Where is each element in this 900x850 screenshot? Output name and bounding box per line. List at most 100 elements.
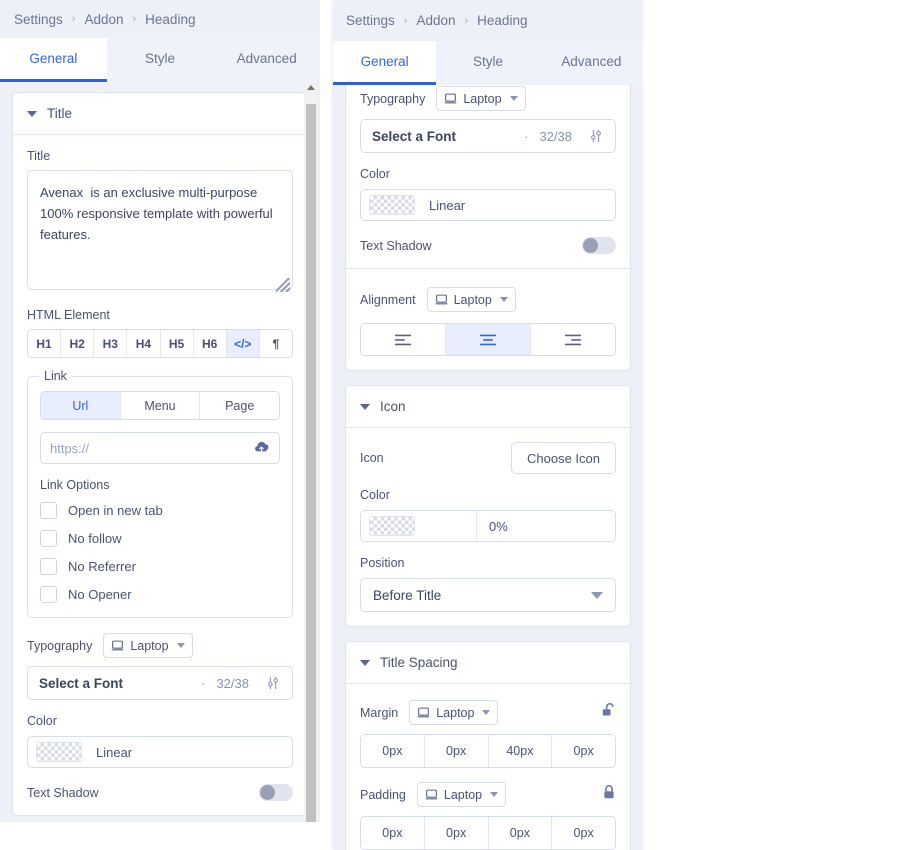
left-scroll-area: Title Title HTML Element H1 H2 (0, 82, 320, 822)
checkbox[interactable] (40, 502, 57, 519)
tab-general[interactable]: General (333, 41, 437, 85)
laptop-icon (111, 640, 124, 650)
typography-row: Typography Laptop (360, 86, 616, 111)
title-card-header[interactable]: Title (13, 93, 307, 135)
checkbox[interactable] (40, 558, 57, 575)
link-option-open-new-tab[interactable]: Open in new tab (40, 502, 280, 519)
margin-lock-toggle[interactable] (602, 702, 616, 723)
icon-color-opacity[interactable]: 0% (477, 519, 615, 534)
text-shadow-toggle[interactable] (259, 784, 293, 801)
html-element-h6[interactable]: H6 (193, 330, 227, 357)
link-url-input[interactable] (50, 440, 253, 456)
link-option-no-follow[interactable]: No follow (40, 530, 280, 547)
align-left-button[interactable] (361, 324, 446, 355)
text-shadow-label: Text Shadow (27, 785, 99, 800)
html-element-h4[interactable]: H4 (127, 330, 161, 357)
title-spacing-card: Title Spacing Margin Laptop 0px 0px 40px… (345, 641, 631, 850)
tab-style[interactable]: Style (107, 38, 214, 82)
tune-sliders-icon[interactable] (265, 675, 281, 691)
chevron-down-icon[interactable] (360, 403, 370, 410)
link-option-no-opener[interactable]: No Opener (40, 586, 280, 603)
checkbox[interactable] (40, 586, 57, 603)
color-swatch[interactable] (369, 516, 415, 536)
margin-device-dropdown[interactable]: Laptop (409, 700, 499, 725)
html-element-segmented: H1 H2 H3 H4 H5 H6 </> ¶ (27, 329, 293, 358)
typography-device-dropdown[interactable]: Laptop (103, 633, 193, 658)
choose-icon-button[interactable]: Choose Icon (511, 442, 616, 474)
tab-advanced[interactable]: Advanced (540, 41, 643, 85)
link-type-page[interactable]: Page (200, 392, 279, 419)
typography-device-label: Laptop (463, 91, 502, 106)
title-textarea-wrap (27, 170, 293, 295)
breadcrumb-item-settings[interactable]: Settings (14, 12, 63, 27)
html-element-h1[interactable]: H1 (28, 330, 62, 357)
text-shadow-toggle[interactable] (582, 237, 616, 254)
chevron-down-icon (591, 591, 603, 599)
breadcrumb-item-addon[interactable]: Addon (84, 12, 123, 27)
title-textarea[interactable] (27, 170, 293, 290)
breadcrumb-item-heading[interactable]: Heading (145, 12, 195, 27)
html-element-h2[interactable]: H2 (61, 330, 95, 357)
align-left-icon (394, 334, 412, 345)
breadcrumb-item-settings[interactable]: Settings (346, 13, 395, 28)
tab-advanced[interactable]: Advanced (213, 38, 320, 82)
alignment-device-dropdown[interactable]: Laptop (426, 287, 516, 312)
link-type-url[interactable]: Url (41, 392, 121, 419)
link-option-no-referrer[interactable]: No Referrer (40, 558, 280, 575)
padding-device-label: Laptop (443, 787, 483, 802)
color-label: Color (27, 714, 57, 728)
margin-left-input[interactable]: 0px (552, 735, 615, 767)
color-swatch[interactable] (36, 742, 82, 762)
checkbox[interactable] (40, 530, 57, 547)
tab-bar: General Style Advanced (0, 38, 320, 82)
color-swatch[interactable] (369, 195, 415, 215)
padding-top-input[interactable]: 0px (361, 817, 425, 849)
html-element-h5[interactable]: H5 (160, 330, 194, 357)
padding-device-dropdown[interactable]: Laptop (416, 782, 507, 807)
scroll-up-arrow-icon[interactable] (307, 85, 315, 90)
align-center-icon (479, 334, 497, 345)
align-right-button[interactable] (531, 324, 615, 355)
font-size-dot: · (524, 128, 529, 144)
margin-bottom-input[interactable]: 40px (488, 735, 553, 767)
html-element-h3[interactable]: H3 (94, 330, 128, 357)
tune-sliders-icon[interactable] (588, 128, 604, 144)
margin-row: Margin Laptop (360, 700, 616, 725)
title-spacing-header[interactable]: Title Spacing (346, 642, 630, 684)
icon-color-swatch-cell[interactable] (361, 511, 477, 541)
color-picker[interactable]: Linear (27, 736, 293, 768)
html-element-paragraph-icon[interactable]: ¶ (259, 330, 292, 357)
padding-bottom-input[interactable]: 0px (488, 817, 553, 849)
breadcrumb-item-addon[interactable]: Addon (416, 13, 455, 28)
typography-row: Typography Laptop (27, 633, 293, 658)
margin-right-input[interactable]: 0px (424, 735, 489, 767)
icon-color-label: Color (360, 488, 390, 502)
tab-style[interactable]: Style (436, 41, 539, 85)
icon-position-select[interactable]: Before Title (360, 578, 616, 612)
font-size-dot: · (201, 675, 206, 691)
left-scrollbar[interactable] (304, 82, 318, 822)
padding-lock-toggle[interactable] (602, 784, 616, 805)
laptop-icon (435, 294, 448, 304)
tab-general[interactable]: General (0, 38, 107, 82)
icon-label: Icon (360, 451, 384, 465)
breadcrumb-item-heading[interactable]: Heading (477, 13, 527, 28)
cloud-upload-icon[interactable] (253, 440, 270, 457)
app-root: Settings › Addon › Heading General Style… (0, 0, 900, 850)
align-center-button[interactable] (446, 324, 531, 355)
margin-top-input[interactable]: 0px (361, 735, 425, 767)
icon-card-header[interactable]: Icon (346, 386, 630, 428)
typography-device-dropdown[interactable]: Laptop (436, 86, 526, 111)
chevron-down-icon[interactable] (360, 659, 370, 666)
typography-font-picker[interactable]: Select a Font · 32/38 (360, 119, 616, 153)
link-type-menu[interactable]: Menu (120, 392, 201, 419)
chevron-down-icon[interactable] (27, 110, 37, 117)
padding-right-input[interactable]: 0px (424, 817, 489, 849)
padding-left-input[interactable]: 0px (552, 817, 615, 849)
typography-font-picker[interactable]: Select a Font · 32/38 (27, 666, 293, 700)
breadcrumb-separator-icon: › (71, 13, 76, 25)
color-picker[interactable]: Linear (360, 189, 616, 221)
left-scrollbar-thumb[interactable] (306, 104, 316, 822)
html-element-code-icon[interactable]: </> (226, 330, 260, 357)
tab-bar: General Style Advanced (333, 41, 643, 85)
